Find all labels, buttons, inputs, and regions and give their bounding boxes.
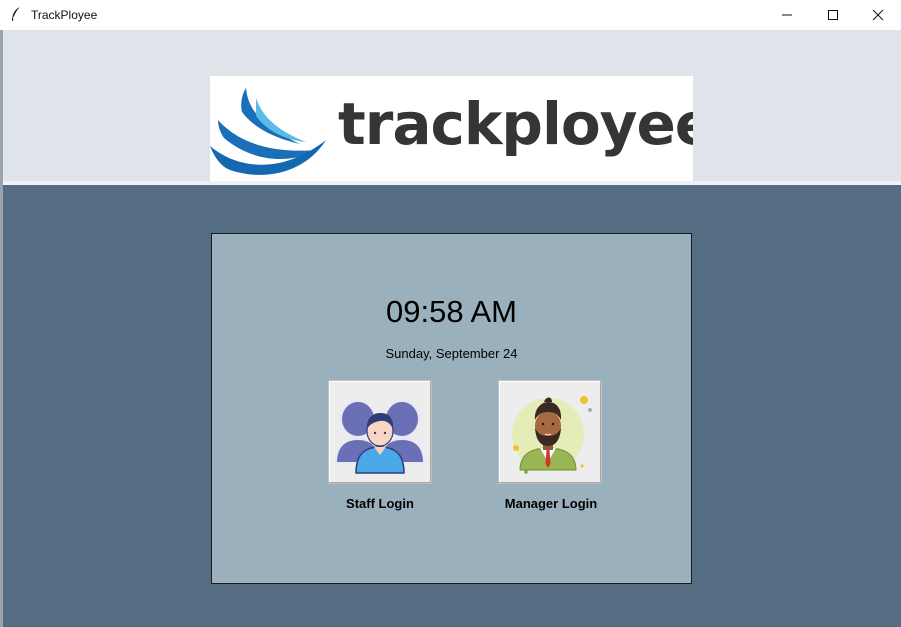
- header-divider: [3, 181, 901, 185]
- minimize-icon: [782, 14, 792, 16]
- manager-login-button[interactable]: [498, 380, 602, 484]
- login-panel: 09:58 AM Sunday, September 24 Staff Logi…: [211, 233, 692, 584]
- wave-logo-icon: [210, 88, 326, 175]
- clock-date: Sunday, September 24: [385, 346, 518, 361]
- logo: trackployee: [210, 76, 693, 181]
- maximize-icon: [828, 10, 838, 20]
- maximize-button[interactable]: [810, 0, 856, 30]
- manager-login-label[interactable]: Manager Login: [481, 496, 621, 511]
- staff-login-label[interactable]: Staff Login: [310, 496, 450, 511]
- manager-avatar-icon: [512, 396, 592, 474]
- minimize-button[interactable]: [764, 0, 810, 30]
- clock-time: 09:58 AM: [386, 294, 517, 329]
- window-title: TrackPloyee: [31, 8, 98, 22]
- staff-group-avatar-icon: [334, 400, 426, 474]
- close-button[interactable]: [855, 0, 901, 30]
- logo-wordmark: trackployee: [338, 90, 693, 158]
- close-icon: [872, 9, 884, 21]
- feather-icon: [12, 6, 21, 21]
- title-bar: TrackPloyee: [0, 0, 901, 30]
- staff-login-button[interactable]: [328, 380, 432, 484]
